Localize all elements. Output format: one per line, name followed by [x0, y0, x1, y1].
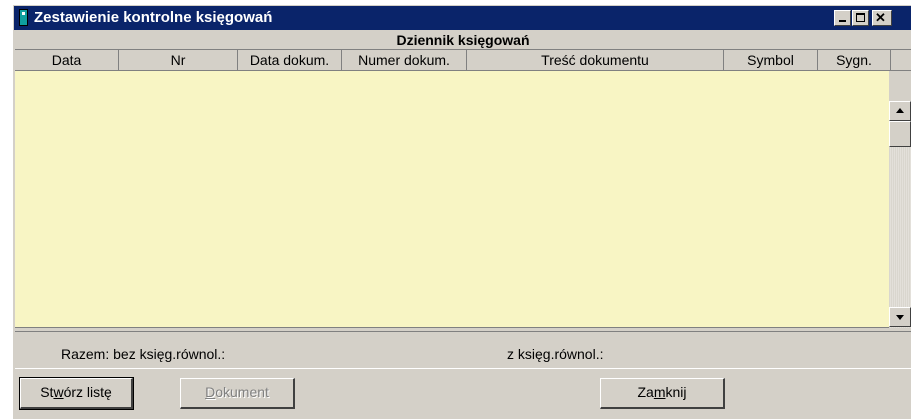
window-title: Zestawienie kontrolne księgowań	[34, 9, 273, 26]
title-bar[interactable]: Zestawienie kontrolne księgowań ✕	[14, 6, 911, 30]
totals-label-without-parallel: Razem: bez księg.równol.:	[61, 346, 226, 362]
minimize-icon	[839, 20, 846, 22]
scroll-down-button[interactable]	[889, 307, 911, 327]
close-button[interactable]: Zamknij	[600, 378, 725, 409]
grid-body[interactable]	[15, 71, 889, 328]
maximize-button[interactable]	[852, 10, 869, 26]
grid-group-header: Dziennik księgowań	[15, 30, 911, 50]
close-window-button[interactable]: ✕	[872, 10, 892, 26]
column-header-symbol[interactable]: Symbol	[724, 50, 818, 70]
close-button-label: Zamknij	[637, 384, 687, 400]
document-button[interactable]: Dokument	[180, 378, 295, 409]
column-header-nr[interactable]: Nr	[119, 50, 238, 70]
column-header-tresc-dokumentu[interactable]: Treść dokumentu	[467, 50, 724, 70]
dialog-window: Zestawienie kontrolne księgowań ✕ Dzienn…	[12, 4, 911, 419]
totals-row: Razem: bez księg.równol.: z księg.równol…	[15, 331, 911, 369]
column-header-data-dokum[interactable]: Data dokum.	[238, 50, 342, 70]
scroll-thumb[interactable]	[889, 121, 911, 147]
column-header-data[interactable]: Data	[15, 50, 119, 70]
scroll-up-arrow-icon	[896, 108, 904, 113]
scroll-down-arrow-icon	[896, 315, 904, 320]
close-icon: ✕	[875, 10, 886, 25]
document-button-label: Dokument	[205, 384, 269, 400]
column-header-row: Data Nr Data dokum. Numer dokum. Treść d…	[15, 50, 911, 71]
column-header-sygn[interactable]: Sygn.	[818, 50, 891, 70]
scroll-up-button[interactable]	[889, 101, 911, 121]
column-header-numer-dokum[interactable]: Numer dokum.	[342, 50, 467, 70]
minimize-button[interactable]	[834, 10, 851, 26]
app-icon[interactable]	[19, 9, 28, 26]
create-list-button[interactable]: Stwórz listę	[19, 377, 134, 410]
totals-label-with-parallel: z księg.równol.:	[507, 346, 604, 362]
maximize-icon	[856, 13, 865, 22]
create-list-button-label: Stwórz listę	[40, 384, 112, 400]
